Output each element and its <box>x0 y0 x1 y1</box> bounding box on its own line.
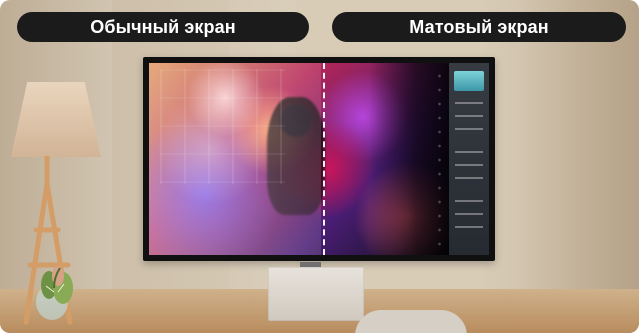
screen-divider <box>323 63 325 255</box>
plant <box>36 266 73 320</box>
sidebar-line <box>455 151 483 153</box>
comparison-scene: Обычный экран Матовый экран <box>0 0 639 333</box>
matte-screen-label: Матовый экран <box>332 12 626 42</box>
monitor <box>143 57 495 261</box>
sidebar-line <box>455 128 483 130</box>
regular-screen-label: Обычный экран <box>17 12 309 42</box>
chair-back <box>355 310 467 333</box>
sidebar-preview <box>454 71 484 91</box>
sidebar-line <box>455 177 483 179</box>
sidebar-line <box>455 115 483 117</box>
monitor-stand <box>268 267 364 321</box>
monitor-screen <box>149 63 489 255</box>
toolbar-dots <box>435 69 444 249</box>
sidebar-line <box>455 213 483 215</box>
wall-right-shade <box>519 0 639 333</box>
window-reflection <box>160 69 285 184</box>
sidebar-line <box>455 102 483 104</box>
sidebar-line <box>455 164 483 166</box>
sidebar-line <box>455 200 483 202</box>
sidebar-line <box>455 226 483 228</box>
editor-sidebar <box>449 63 489 255</box>
